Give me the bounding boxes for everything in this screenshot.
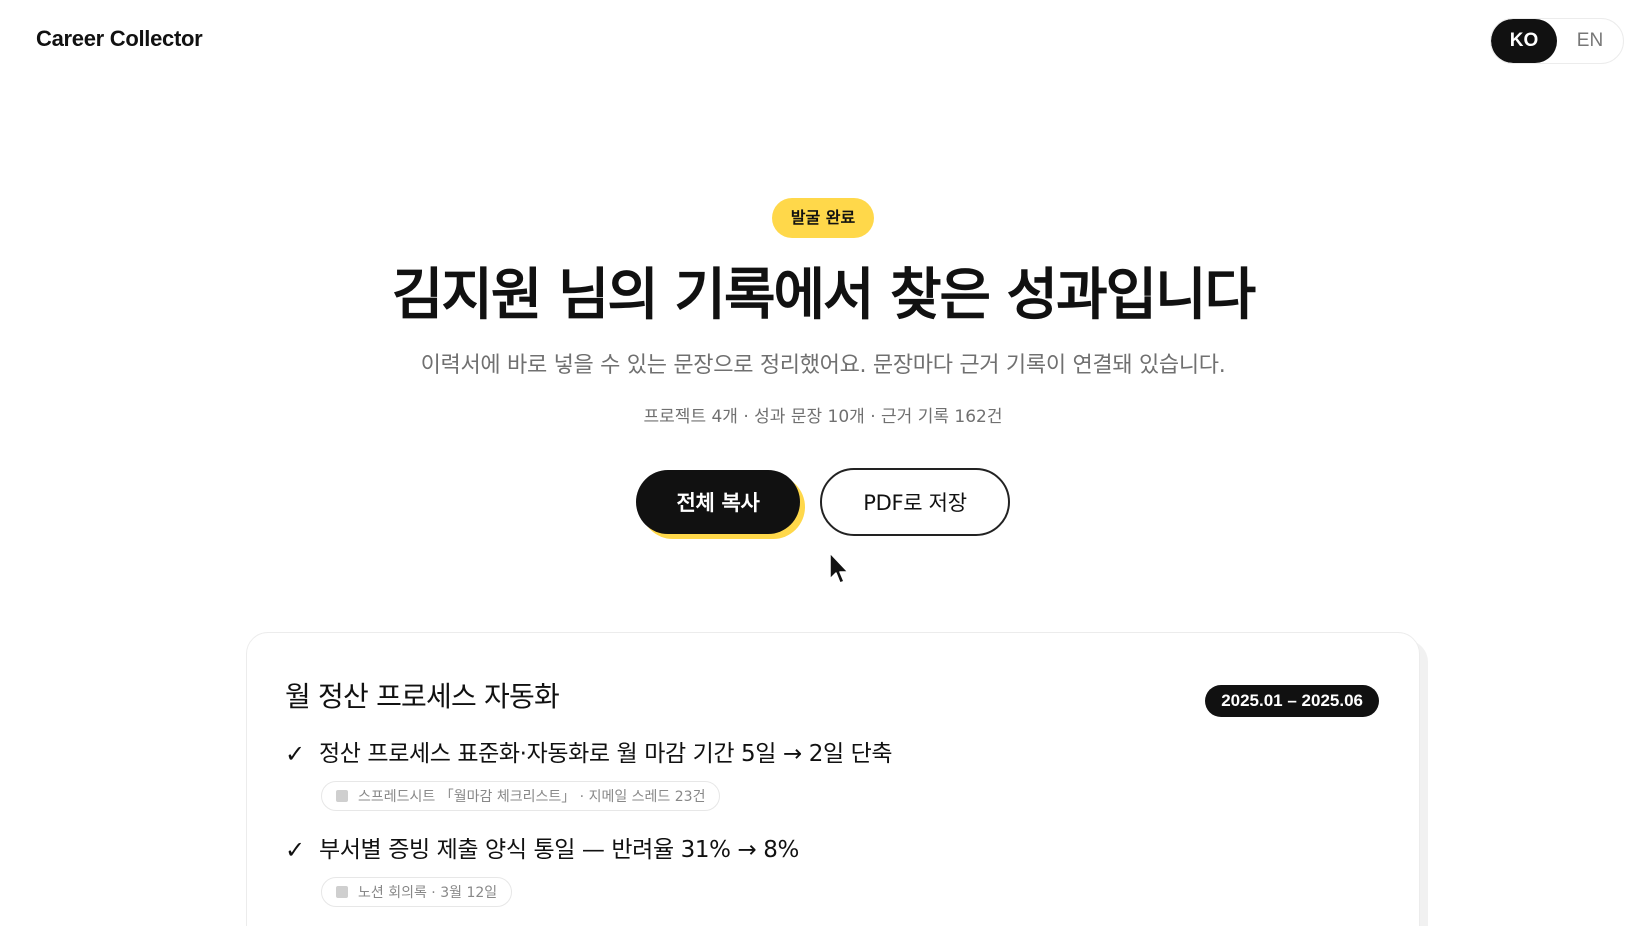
achievement-item: ✓ 정산 프로세스 표준화·자동화로 월 마감 기간 5일 → 2일 단축 스프…	[285, 739, 893, 811]
evidence-label: 스프레드시트 「월마감 체크리스트」 · 지메일 스레드 23건	[358, 789, 706, 805]
mouse-cursor-icon	[829, 552, 849, 584]
document-icon	[336, 790, 348, 802]
copy-all-button[interactable]: 전체 복사	[636, 470, 800, 534]
language-ko-button[interactable]: KO	[1491, 19, 1557, 63]
check-icon: ✓	[285, 740, 306, 768]
page: Career Collector KO EN 발굴 완료 김지원 님의 기록에서…	[0, 0, 1646, 926]
evidence-chip[interactable]: 스프레드시트 「월마감 체크리스트」 · 지메일 스레드 23건	[321, 781, 721, 811]
document-icon	[336, 886, 348, 898]
check-icon: ✓	[285, 836, 306, 864]
project-title: 월 정산 프로세스 자동화	[285, 680, 560, 713]
summary-stats: 프로젝트 4개 · 성과 문장 10개 · 근거 기록 162건	[643, 407, 1003, 427]
achievement-text[interactable]: 부서별 증빙 제출 양식 통일 — 반려율 31% → 8%	[319, 835, 799, 865]
page-subtitle: 이력서에 바로 넣을 수 있는 문장으로 정리했어요. 문장마다 근거 기록이 …	[420, 353, 1226, 378]
page-title: 김지원 님의 기록에서 찾은 성과입니다	[391, 263, 1256, 328]
brand-logo[interactable]: Career Collector	[36, 26, 203, 52]
language-en-button[interactable]: EN	[1557, 19, 1623, 63]
hero-section: 발굴 완료 김지원 님의 기록에서 찾은 성과입니다 이력서에 바로 넣을 수 …	[0, 198, 1646, 536]
save-pdf-button[interactable]: PDF로 저장	[820, 468, 1010, 536]
evidence-chip[interactable]: 노션 회의록 · 3월 12일	[321, 877, 513, 907]
action-buttons: 전체 복사 PDF로 저장	[0, 468, 1646, 536]
language-toggle: KO EN	[1490, 18, 1624, 64]
project-period-badge: 2025.01 – 2025.06	[1205, 685, 1379, 717]
status-badge: 발굴 완료	[771, 198, 875, 238]
achievement-text[interactable]: 정산 프로세스 표준화·자동화로 월 마감 기간 5일 → 2일 단축	[319, 739, 893, 769]
achievement-item: ✓ 부서별 증빙 제출 양식 통일 — 반려율 31% → 8% 노션 회의록 …	[285, 835, 799, 907]
project-card: 월 정산 프로세스 자동화 2025.01 – 2025.06 ✓ 정산 프로세…	[246, 632, 1420, 926]
evidence-label: 노션 회의록 · 3월 12일	[358, 885, 498, 901]
